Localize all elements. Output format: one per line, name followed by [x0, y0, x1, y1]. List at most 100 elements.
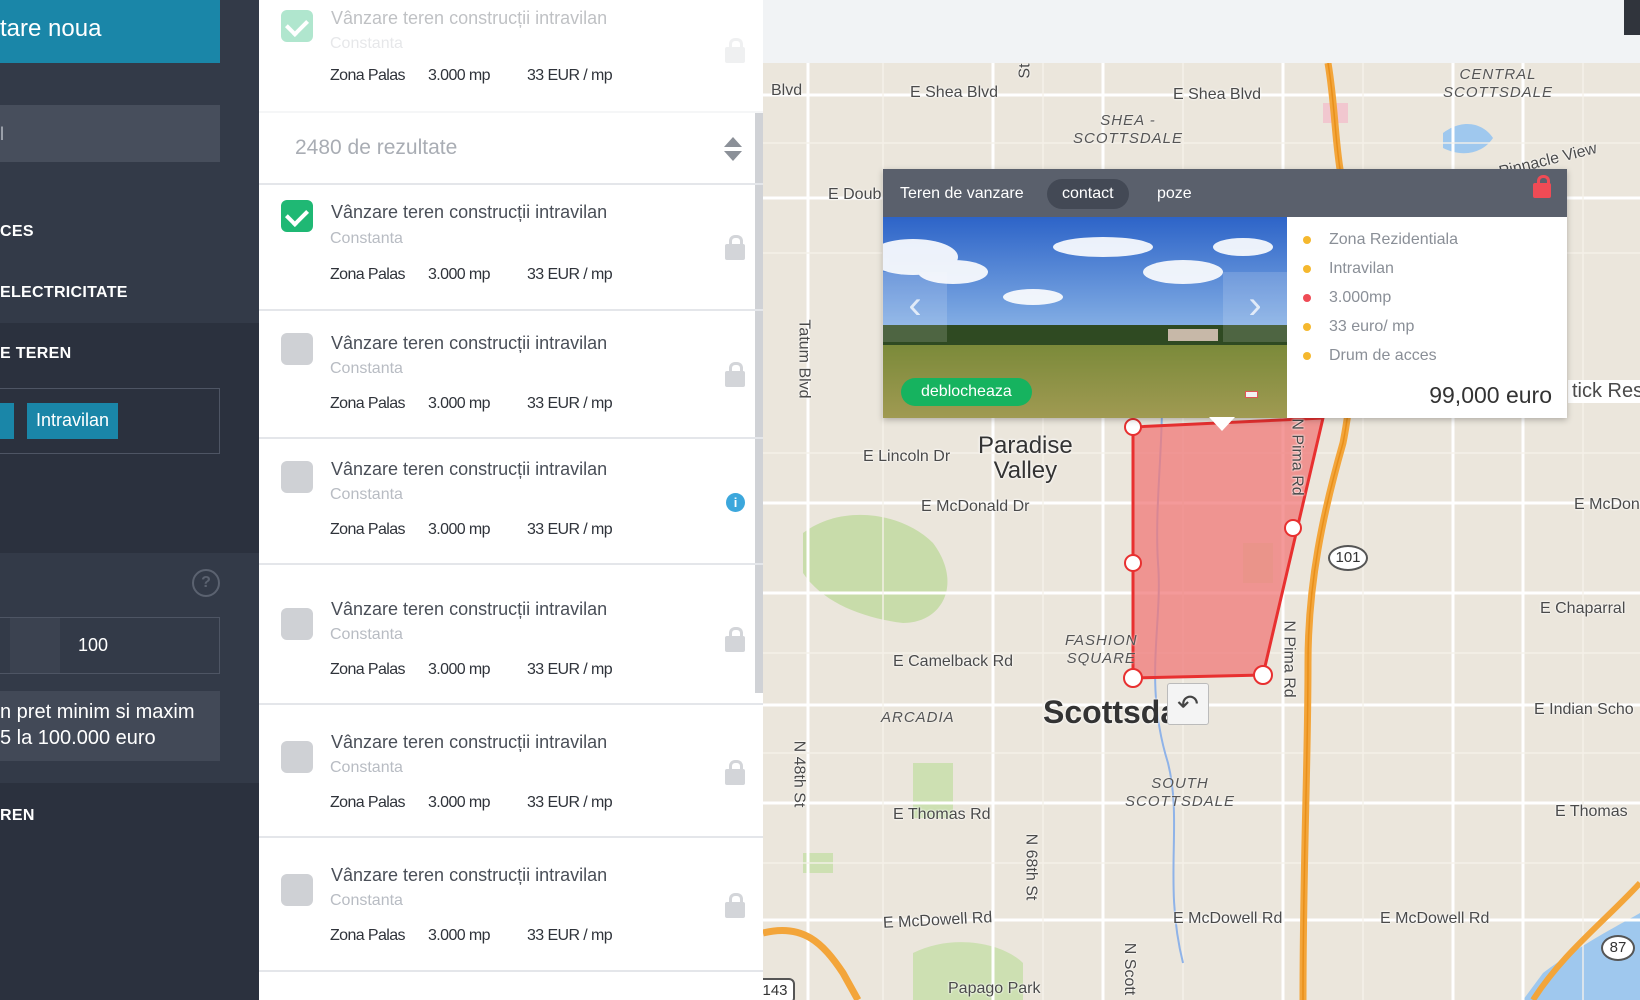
- result-title[interactable]: Vânzare teren construcții intravilan: [331, 865, 607, 886]
- street-label: E Indian Scho: [1534, 701, 1634, 718]
- result-checkbox[interactable]: [281, 741, 313, 773]
- city-label: Paradise Valley: [978, 432, 1073, 484]
- route-shield: 101: [1328, 545, 1368, 571]
- result-title[interactable]: Vânzare teren construcții intravilan: [331, 732, 607, 753]
- land-type-chip-partial[interactable]: [0, 403, 14, 439]
- street-label: E McDon: [1574, 496, 1640, 513]
- lock-icon: [725, 235, 745, 260]
- result-card[interactable]: Vânzare teren construcții intravilan Con…: [259, 565, 763, 705]
- result-checkbox[interactable]: [281, 10, 313, 42]
- undo-icon[interactable]: ↶: [1167, 683, 1209, 725]
- listing-price: 99,000 euro: [1429, 382, 1552, 408]
- lock-icon: [725, 362, 745, 387]
- result-city: Constanta: [330, 626, 403, 643]
- price-max-value[interactable]: 100: [78, 635, 108, 656]
- lock-icon: [725, 760, 745, 785]
- result-title[interactable]: Vânzare teren construcții intravilan: [331, 8, 607, 29]
- result-city: Constanta: [330, 759, 403, 776]
- result-area: 3.000 mp: [428, 927, 491, 944]
- lock-icon: [725, 627, 745, 652]
- bullet-dot: [1303, 265, 1311, 273]
- street-label: N Pima Rd: [1288, 418, 1306, 496]
- street-label: E Thomas Rd: [893, 806, 991, 823]
- result-area: 3.000 mp: [428, 266, 491, 283]
- street-label: Tatum Blvd: [795, 319, 813, 399]
- result-price: 33 EUR / mp: [527, 266, 613, 283]
- result-checkbox[interactable]: [281, 333, 313, 365]
- result-card[interactable]: Vânzare teren construcții intravilan Con…: [259, 705, 763, 838]
- filter-access-label[interactable]: CES: [0, 223, 34, 241]
- street-label: St: [1016, 63, 1034, 79]
- price-range-input[interactable]: 100: [0, 617, 220, 674]
- price-note-line-1: n pret minim si maxim: [0, 701, 195, 723]
- filter-land-label[interactable]: REN: [0, 807, 35, 825]
- sort-icon[interactable]: [724, 137, 744, 163]
- result-card[interactable]: Vânzare teren construcții intravilan Con…: [259, 0, 763, 113]
- result-card[interactable]: Vânzare teren construcții intravilan Con…: [259, 185, 763, 311]
- popup-title[interactable]: Teren de vanzare: [885, 179, 1039, 209]
- listing-photo[interactable]: ‹ › deblocheaza: [883, 217, 1287, 418]
- land-type-chip-intravilan[interactable]: Intravilan: [27, 403, 119, 439]
- street-label: E Lincoln Dr: [863, 448, 951, 465]
- street-label: E McDonald Dr: [921, 498, 1030, 515]
- result-checkbox[interactable]: [281, 461, 313, 493]
- result-city: Constanta: [330, 230, 403, 247]
- photo-next-icon[interactable]: ›: [1223, 272, 1287, 342]
- result-price: 33 EUR / mp: [527, 521, 613, 538]
- result-checkbox[interactable]: [281, 608, 313, 640]
- popup-header: Teren de vanzare contact poze: [883, 169, 1567, 217]
- result-area: 3.000 mp: [428, 661, 491, 678]
- result-card[interactable]: Vânzare teren construcții intravilan Con…: [259, 311, 763, 439]
- bullet-dot: [1303, 294, 1311, 302]
- sidebar-band-bottom: [0, 783, 259, 1000]
- result-meta-row: Zona Palas 3.000 mp 33 EUR / mp: [259, 67, 763, 87]
- help-icon[interactable]: ?: [192, 569, 220, 597]
- result-card[interactable]: Vânzare teren construcții intravilan Con…: [259, 439, 763, 565]
- result-title[interactable]: Vânzare teren construcții intravilan: [331, 202, 607, 223]
- result-price: 33 EUR / mp: [527, 794, 613, 811]
- filter-land-type-label[interactable]: E TEREN: [0, 345, 71, 363]
- result-zone: Zona Palas: [330, 794, 406, 811]
- lock-icon[interactable]: [1533, 175, 1551, 198]
- result-title[interactable]: Vânzare teren construcții intravilan: [331, 459, 607, 480]
- filter-electricity-label[interactable]: ELECTRICITATE: [0, 284, 128, 302]
- lock-icon: [725, 38, 745, 63]
- result-card[interactable]: Vânzare teren construcții intravilan Con…: [259, 838, 763, 972]
- results-count-bar: 2480 de rezultate: [259, 113, 763, 185]
- result-city: Constanta: [330, 360, 403, 377]
- new-listing-button[interactable]: tare noua: [0, 0, 220, 63]
- district-label: ARCADIA: [881, 709, 955, 726]
- street-label: N Scott: [1121, 942, 1139, 996]
- street-label: E Shea Blvd: [910, 84, 999, 101]
- sidebar-search-input[interactable]: l: [0, 105, 220, 162]
- result-city: Constanta: [330, 892, 403, 909]
- result-checkbox[interactable]: [281, 200, 313, 232]
- feature-text: Intravilan: [1329, 260, 1394, 277]
- photo-prev-icon[interactable]: ‹: [883, 272, 947, 342]
- result-zone: Zona Palas: [330, 395, 406, 412]
- price-note-line-2: 5 la 100.000 euro: [0, 727, 156, 749]
- result-title[interactable]: Vânzare teren construcții intravilan: [331, 599, 607, 620]
- street-label: E Camelback Rd: [893, 653, 1014, 670]
- result-title[interactable]: Vânzare teren construcții intravilan: [331, 333, 607, 354]
- bullet-dot: [1303, 236, 1311, 244]
- district-label: SOUTH SCOTTSDALE: [1125, 775, 1236, 810]
- result-area: 3.000 mp: [428, 794, 491, 811]
- unlock-button[interactable]: deblocheaza: [901, 378, 1032, 406]
- feature-text: 33 euro/ mp: [1329, 318, 1415, 335]
- result-city: Constanta: [330, 486, 403, 503]
- bullet-dot: [1303, 352, 1311, 360]
- result-price: 33 EUR / mp: [527, 395, 613, 412]
- tab-photos[interactable]: poze: [1142, 179, 1207, 209]
- results-list: Vânzare teren construcții intravilan Con…: [259, 0, 763, 1000]
- tab-contact[interactable]: contact: [1047, 179, 1129, 209]
- price-range-note: n pret minim si maxim 5 la 100.000 euro: [0, 691, 220, 761]
- district-label: SHEA - SCOTTSDALE: [1073, 112, 1184, 147]
- result-checkbox[interactable]: [281, 874, 313, 906]
- map-view[interactable]: Blvd E Shea Blvd E Shea Blvd St E Doub T…: [763, 0, 1640, 1000]
- info-icon[interactable]: i: [726, 493, 745, 512]
- district-label: FASHION SQUARE: [1065, 632, 1138, 667]
- range-separator: [10, 618, 60, 673]
- result-area: 3.000 mp: [428, 67, 491, 84]
- result-zone: Zona Palas: [330, 521, 406, 538]
